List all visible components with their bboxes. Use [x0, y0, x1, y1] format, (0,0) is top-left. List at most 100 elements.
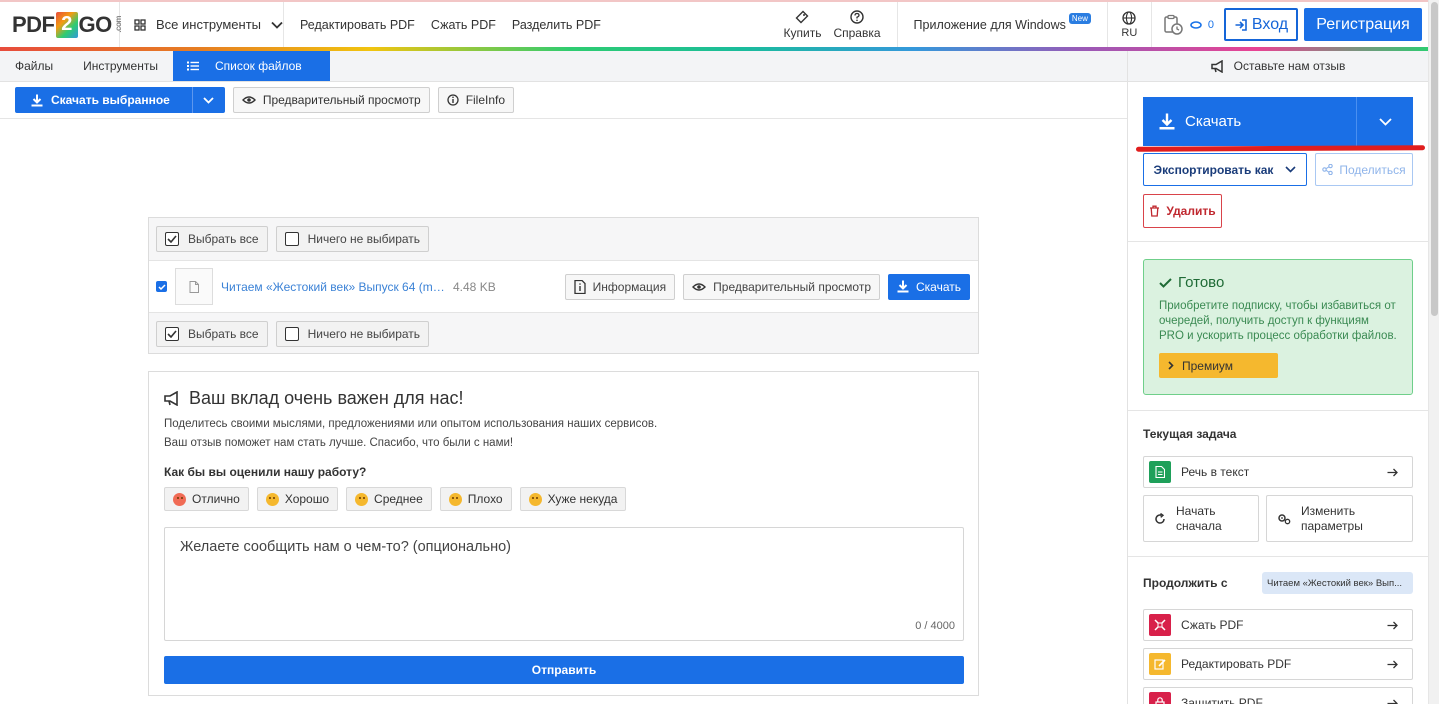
arrow-right-icon — [1387, 621, 1398, 630]
download-dropdown[interactable] — [1357, 97, 1413, 146]
file-checkbox[interactable] — [156, 281, 167, 292]
file-download-button[interactable]: Скачать — [888, 273, 970, 300]
arrow-right-icon — [1387, 468, 1398, 477]
download-split-button: Скачать — [1143, 97, 1413, 146]
done-description: Приобретите подписку, чтобы избавиться о… — [1159, 300, 1397, 342]
feedback-line-1: Поделитесь своими мыслями, предложениями… — [164, 418, 658, 430]
main-content: Выбрать все Ничего не выбирать Читаем «Ж… — [0, 119, 1127, 704]
checkbox-empty-icon — [284, 327, 299, 341]
frown-emoji-icon — [448, 492, 462, 506]
download-icon — [897, 280, 909, 293]
login-label: Вход — [1251, 15, 1289, 33]
select-all-button[interactable]: Выбрать все — [156, 321, 268, 347]
eye-icon — [241, 95, 256, 105]
sidebar-divider — [1128, 556, 1428, 557]
rating-excellent-button[interactable]: Отлично — [164, 487, 249, 511]
feedback-line-2: Ваш отзыв поможет нам стать лучше. Спаси… — [164, 437, 514, 449]
neutral-emoji-icon — [355, 492, 369, 506]
rating-excellent-label: Отлично — [192, 492, 240, 506]
download-selected-button[interactable]: Скачать выбранное — [15, 87, 193, 113]
feedback-title: Ваш вклад очень важен для нас! — [164, 388, 963, 409]
feedback-textarea[interactable]: Желаете сообщить нам о чем-то? (опционал… — [164, 527, 964, 641]
rating-good-label: Хорошо — [284, 492, 330, 506]
rating-average-button[interactable]: Среднее — [346, 487, 432, 511]
register-button[interactable]: Регистрация — [1304, 8, 1422, 41]
select-none-button[interactable]: Ничего не выбирать — [275, 226, 430, 252]
secondary-tabs: Файлы Инструменты Список файлов — [0, 51, 1127, 82]
fileinfo-button[interactable]: FileInfo — [437, 87, 515, 113]
chevron-down-icon — [203, 96, 214, 104]
next-tool-edit-pdf[interactable]: Редактировать PDF — [1143, 648, 1413, 680]
all-tools-menu[interactable]: Все инструменты — [120, 2, 284, 47]
sidebar-divider — [1128, 410, 1428, 411]
nav-link-edit-pdf[interactable]: Редактировать PDF — [300, 18, 415, 32]
delete-button[interactable]: Удалить — [1143, 194, 1222, 228]
windows-app-link[interactable]: Приложение для Windows New — [898, 2, 1108, 47]
help-icon — [850, 9, 864, 24]
credits-indicator[interactable]: 0 — [1152, 2, 1224, 47]
feedback-description: Поделитесь своими мыслями, предложениями… — [164, 415, 963, 453]
export-as-dropdown[interactable]: Экспортировать как — [1143, 153, 1307, 186]
next-tool-protect-pdf[interactable]: Защитить PDF — [1143, 687, 1413, 704]
task-name: Речь в текст — [1181, 465, 1250, 479]
chevron-down-icon — [271, 21, 283, 29]
continue-file-chip: Читаем «Жестокий век» Вып... — [1262, 572, 1413, 594]
tab-tools[interactable]: Инструменты — [68, 51, 173, 81]
done-title: Готово — [1159, 274, 1397, 291]
preview-label: Предварительный просмотр — [262, 93, 421, 107]
rating-bad-button[interactable]: Плохо — [439, 487, 512, 511]
premium-button[interactable]: Премиум — [1159, 353, 1278, 378]
nav-links: Редактировать PDF Сжать PDF Разделить PD… — [284, 2, 768, 47]
logo[interactable]: PDF 2 GO .com — [0, 2, 123, 47]
rating-good-button[interactable]: Хорошо — [256, 487, 339, 511]
tab-file-list[interactable]: Список файлов — [172, 51, 330, 81]
rating-question: Как бы вы оценили нашу работу? — [164, 465, 367, 479]
checkbox-empty-icon — [284, 232, 299, 246]
arrow-right-icon — [1387, 660, 1398, 669]
download-selected-split-button: Скачать выбранное — [15, 87, 225, 113]
file-info-button[interactable]: Информация — [564, 273, 676, 300]
buy-button[interactable]: Купить — [784, 10, 821, 40]
rating-worst-label: Хуже некуда — [547, 492, 618, 506]
restart-button[interactable]: Начать сначала — [1143, 495, 1259, 542]
eye-icon — [692, 282, 707, 292]
page-scrollbar[interactable] — [1428, 0, 1439, 704]
trash-icon — [1149, 205, 1160, 217]
file-icon — [189, 280, 199, 293]
file-thumbnail[interactable] — [175, 268, 213, 305]
leave-feedback-link[interactable]: Оставьте нам отзыв — [1127, 51, 1428, 82]
download-button[interactable]: Скачать — [1143, 97, 1357, 146]
character-counter: 0 / 4000 — [915, 620, 955, 632]
login-button[interactable]: Вход — [1224, 8, 1298, 41]
all-tools-label: Все инструменты — [156, 17, 261, 32]
select-all-label: Выбрать все — [188, 327, 259, 341]
globe-icon — [1122, 10, 1137, 25]
nav-link-split-pdf[interactable]: Разделить PDF — [512, 18, 601, 32]
language-selector[interactable]: RU — [1108, 2, 1152, 47]
sidebar-divider — [1128, 241, 1428, 242]
share-button[interactable]: Поделиться — [1315, 153, 1413, 186]
done-title-text: Готово — [1178, 274, 1225, 291]
preview-button[interactable]: Предварительный просмотр — [232, 87, 430, 113]
rating-worst-button[interactable]: Хуже некуда — [519, 487, 627, 511]
download-selected-dropdown[interactable] — [193, 87, 225, 113]
check-icon — [1159, 277, 1172, 288]
checkbox-checked-icon — [165, 327, 179, 341]
document-info-icon — [574, 279, 586, 294]
select-all-button[interactable]: Выбрать все — [156, 226, 268, 252]
rating-bad-label: Плохо — [467, 492, 503, 506]
file-name-link[interactable]: Читаем «Жестокий век» Выпуск 64 (mp3cut.… — [221, 280, 447, 294]
next-tool-label: Сжать PDF — [1181, 618, 1244, 632]
file-preview-button[interactable]: Предварительный просмотр — [683, 273, 880, 300]
help-button[interactable]: Справка — [833, 9, 881, 40]
change-parameters-button[interactable]: Изменить параметры — [1266, 495, 1413, 542]
nav-link-compress-pdf[interactable]: Сжать PDF — [431, 18, 496, 32]
submit-feedback-button[interactable]: Отправить — [164, 656, 964, 684]
select-none-button[interactable]: Ничего не выбирать — [275, 321, 430, 347]
next-tool-compress-pdf[interactable]: Сжать PDF — [1143, 609, 1413, 641]
lock-icon — [1149, 692, 1171, 704]
scrollbar-thumb[interactable] — [1431, 2, 1438, 316]
file-preview-label: Предварительный просмотр — [713, 279, 871, 294]
tab-files[interactable]: Файлы — [0, 51, 68, 81]
current-task-speech-to-text[interactable]: Речь в текст — [1143, 456, 1413, 488]
